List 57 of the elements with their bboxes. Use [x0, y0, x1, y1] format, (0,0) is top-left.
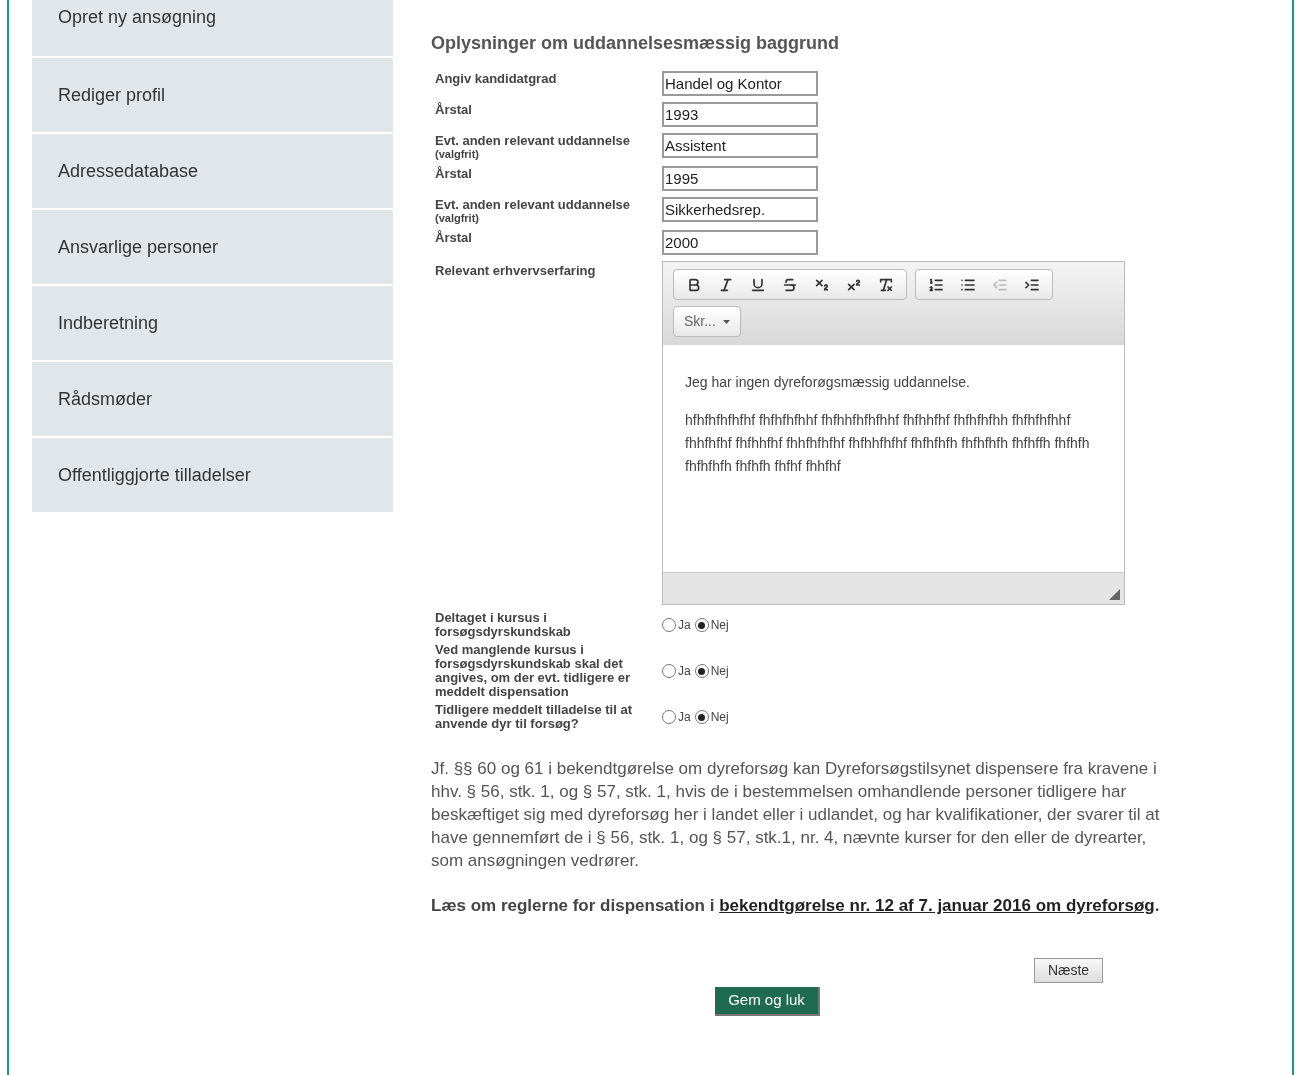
- superscript-icon: [846, 276, 862, 293]
- radio-option[interactable]: Ja: [662, 662, 691, 680]
- field-label: Evt. anden relevant uddannelse: [435, 133, 632, 148]
- radio-button[interactable]: [694, 664, 709, 678]
- radio-button[interactable]: [694, 710, 709, 724]
- radio-option[interactable]: Nej: [694, 616, 729, 634]
- sidebar-item[interactable]: Rådsmøder: [32, 362, 393, 438]
- text-field[interactable]: 1993: [662, 102, 818, 127]
- radio-button[interactable]: [662, 664, 676, 678]
- field-label: Årstal: [435, 102, 473, 117]
- field-label: Relevant erhvervserfaring: [434, 262, 597, 280]
- clear-format-icon: [878, 276, 894, 293]
- field-note: (valgfrit): [435, 212, 480, 224]
- next-button[interactable]: Næste: [1034, 958, 1103, 983]
- field-note: (valgfrit): [435, 148, 480, 160]
- regulation-link[interactable]: bekendtgørelse nr. 12 af 7. januar 2016 om dyreforsøg: [719, 896, 1155, 915]
- bold-icon: [686, 276, 702, 293]
- radio-option[interactable]: Nej: [694, 708, 729, 726]
- radio-button[interactable]: [694, 618, 709, 632]
- editor-paragraph: Jeg har ingen dyreforøgsmæssig uddannelse.: [685, 373, 971, 392]
- radio-option[interactable]: Ja: [662, 708, 691, 726]
- text-field[interactable]: Sikkerhedsrep.: [662, 197, 818, 222]
- caret-icon: [723, 319, 730, 324]
- text-field[interactable]: 1995: [662, 166, 818, 191]
- question-label: Deltaget i kursus i forsøgsdyrskundskab: [434, 611, 572, 639]
- radio-option[interactable]: Ja: [662, 616, 691, 634]
- sidebar-item[interactable]: Offentliggjorte tilladelser: [32, 438, 393, 514]
- underline-icon: [750, 276, 766, 293]
- sidebar-item[interactable]: Rediger profil: [32, 58, 393, 134]
- sidebar-item[interactable]: Ansvarlige personer: [32, 210, 393, 286]
- section-title: Oplysninger om uddannelsesmæssig baggrund: [431, 32, 841, 55]
- question-label: Ved manglende kursus i forsøgsdyrskundskab skal det angives, om der evt. tidligere er meddelt dispensation: [434, 643, 632, 699]
- format-dropdown[interactable]: Skr...: [673, 306, 741, 337]
- field-label: Årstal: [435, 166, 473, 181]
- radio-option[interactable]: Nej: [694, 662, 729, 680]
- field-label: Angiv kandidatgrad: [435, 71, 558, 86]
- numbered-list-icon: [928, 276, 944, 293]
- field-label: Evt. anden relevant uddannelse: [435, 197, 632, 212]
- rules-note: Læs om reglerne for dispensation i bekendtgørelse nr. 12 af 7. januar 2016 om dyreforsøg.: [431, 895, 1161, 917]
- italic-icon: [718, 276, 734, 293]
- sidebar-item[interactable]: Indberetning: [32, 286, 393, 362]
- text-field[interactable]: Handel og Kontor: [662, 71, 818, 96]
- field-label: Årstal: [435, 230, 473, 245]
- strikethrough-icon: [782, 276, 798, 293]
- editor-paragraph: hfhfhfhfhfhf fhfhfhfhhf fhfhhfhfhfhhf fhfhhfhf fhfhfhfhh fhfhfhfhhf fhhfhfhf fhfhhfhf fhhfhfhfhf fhfhhfhfhf fhfhfhfh fhfhfhfh fhfhffh fhfhfh fhfhfhfh fhfhfh fhfhf fhhfhf: [685, 411, 1091, 476]
- subscript-icon: [814, 276, 830, 293]
- radio-button[interactable]: [662, 618, 676, 632]
- rich-text-editor[interactable]: [662, 261, 1125, 605]
- save-close-button[interactable]: Gem og luk: [715, 987, 820, 1016]
- sidebar-item[interactable]: Adressedatabase: [32, 134, 393, 210]
- question-label: Tidligere meddelt tilladelse til at anvende dyr til forsøg?: [434, 703, 633, 731]
- resize-handle-icon[interactable]: [1109, 589, 1120, 600]
- sidebar-item[interactable]: Opret ny ansøgning: [32, 0, 393, 58]
- radio-button[interactable]: [662, 710, 676, 724]
- text-field[interactable]: 2000: [662, 230, 818, 255]
- text-field[interactable]: Assistent: [662, 133, 818, 158]
- info-paragraph: Jf. §§ 60 og 61 i bekendtgørelse om dyreforsøg kan Dyreforsøgstilsynet dispensere fra kravene i hhv. § 56, stk. 1, og § 57, stk. 1, hvis de i bestemmelsen omhandlende personer tidligere har beskæftiget sig med dyreforsøg her i landet eller i udlandet, og har kvalifikationer, der svarer til at have gennemført de i § 56, stk. 1, og § 57, stk.1, nr. 4, nævnte kurser for den eller de dyrearter, som ansøgningen vedrører.: [431, 758, 1161, 872]
